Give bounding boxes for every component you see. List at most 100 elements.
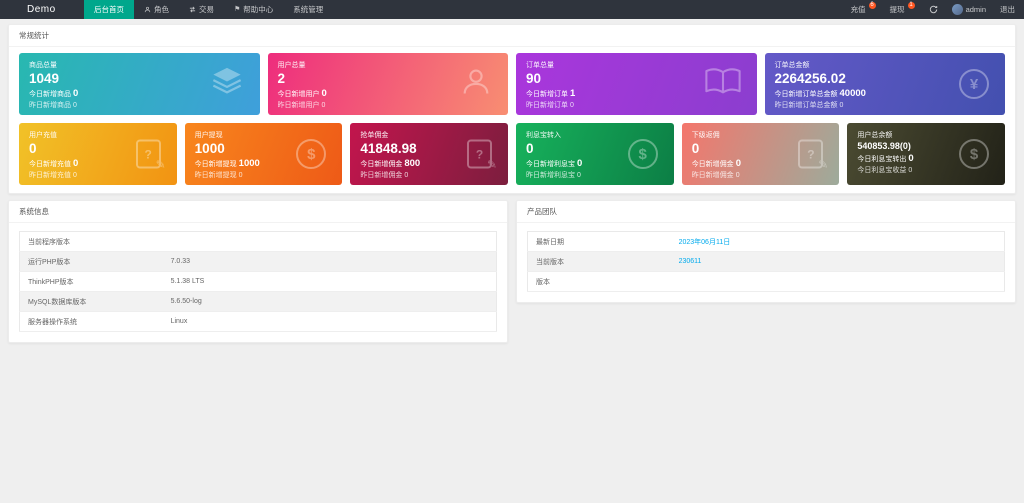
yesterday-label: 今日利息宝收益 [857, 166, 907, 174]
current-version-link[interactable]: 230611 [679, 258, 702, 265]
today-value: 1000 [238, 158, 260, 170]
today-value: 0 [73, 158, 79, 170]
today-label: 今日新增商品 [29, 91, 71, 99]
dollar-icon: $ [296, 139, 327, 169]
today-value: 40000 [839, 88, 866, 100]
row-value [670, 271, 1005, 292]
row-value: 5.1.38 LTS [162, 271, 497, 292]
system-info-title: 系统信息 [9, 201, 507, 223]
nav-item-label: 后台首页 [94, 5, 124, 14]
yesterday-value: 0 [321, 102, 326, 109]
recharge-badge: 6 [868, 2, 876, 9]
nav-item-help[interactable]: ⚑ 帮助中心 [224, 0, 283, 19]
yesterday-label: 昨日新增佣金 [360, 172, 403, 179]
trade-icon [189, 6, 196, 13]
today-label: 今日新增用户 [277, 91, 320, 99]
today-value: 800 [404, 158, 421, 170]
dollar-icon: $ [959, 139, 990, 169]
form-icon: ? ✎ [135, 139, 166, 172]
book-icon [704, 67, 741, 102]
refresh-icon [929, 5, 938, 14]
row-value: Linux [162, 311, 497, 332]
yesterday-value: 0 [735, 172, 740, 179]
stat-card-sub-rebate: 下级返佣 0 今日新增佣金 0 昨日新增佣金 0 ? ✎ [681, 123, 840, 185]
stat-card-goods-total: 商品总量 1049 今日新增商品 0 昨日新增商品 0 [19, 53, 260, 115]
today-value: 1 [570, 88, 576, 100]
nav-item-dashboard[interactable]: 后台首页 [84, 0, 134, 19]
product-team-title: 产品团队 [517, 201, 1015, 223]
table-row: 服务器操作系统 Linux [19, 311, 497, 332]
today-label: 今日新增订单 [526, 91, 568, 99]
recharge-label: 充值 [850, 5, 866, 14]
yesterday-label: 昨日新增充值 [29, 172, 71, 179]
nav-item-system[interactable]: 系统管理 [283, 0, 333, 19]
nav-item-label: 帮助中心 [243, 5, 274, 14]
yesterday-value: 0 [839, 102, 844, 109]
table-row: ThinkPHP版本 5.1.38 LTS [19, 271, 497, 292]
nav-item-recharge[interactable]: 充值 6 [844, 0, 883, 19]
avatar [951, 4, 963, 15]
table-row: MySQL数据库版本 5.6.50-log [19, 291, 497, 312]
stat-card-user-balance: 用户总余额 540853.98(0) 今日利息宝转出 0 今日利息宝收益 0 $ [847, 123, 1006, 185]
today-label: 今日新增提现 [194, 161, 237, 169]
table-row: 当前程序版本 [19, 231, 497, 252]
today-value: 0 [73, 88, 79, 100]
stat-card-title: 抢单佣金 [360, 132, 389, 139]
stat-card-user-recharge: 用户充值 0 今日新增充值 0 昨日新增充值 0 ? ✎ [19, 123, 177, 185]
table-row: 当前版本 230611 [527, 251, 1005, 272]
yesterday-value: 0 [73, 172, 77, 179]
today-value: 0 [577, 158, 583, 170]
latest-date-link[interactable]: 2023年06月11日 [679, 239, 731, 246]
nav-item-label: 系统管理 [293, 5, 324, 14]
stat-card-user-withdraw: 用户提现 1000 今日新增提现 1000 昨日新增提现 0 $ [184, 123, 343, 185]
logout-label: 退出 [1000, 5, 1015, 14]
user-menu[interactable]: admin [945, 0, 993, 19]
username: admin [965, 5, 986, 14]
today-label: 今日新增充值 [29, 161, 71, 169]
form-icon: ? ✎ [467, 139, 497, 172]
user-icon [144, 6, 151, 13]
product-team-panel: 产品团队 最新日期 2023年06月11日 当前版本 230611 版本 [516, 200, 1016, 303]
table-row: 版本 [527, 271, 1005, 292]
withdraw-badge: 1 [907, 2, 915, 9]
row-label: 最新日期 [527, 231, 671, 252]
stat-card-order-amount: 订单总金额 2264256.02 今日新增订单总金额 40000 昨日新增订单总金… [764, 53, 1005, 115]
system-info-panel: 系统信息 当前程序版本 运行PHP版本 7.0.33 ThinkPHP版本 5.… [8, 200, 508, 343]
system-info-table: 当前程序版本 运行PHP版本 7.0.33 ThinkPHP版本 5.1.38 … [19, 231, 497, 332]
row-label: 运行PHP版本 [19, 251, 163, 272]
today-label: 今日新增佣金 [360, 161, 403, 169]
stats-panel-title: 常规统计 [9, 25, 1015, 47]
row-value: 5.6.50-log [162, 291, 497, 312]
stat-card-order-commission: 抢单佣金 41848.98 今日新增佣金 800 昨日新增佣金 0 ? ✎ [350, 123, 509, 185]
yesterday-label: 昨日新增用户 [277, 102, 320, 109]
yesterday-label: 昨日新增商品 [29, 102, 71, 109]
today-value: 0 [908, 152, 914, 164]
logout-button[interactable]: 退出 [993, 0, 1022, 19]
nav-item-trade[interactable]: 交易 [179, 0, 224, 19]
yesterday-value: 0 [570, 102, 574, 109]
bottom-row: 系统信息 当前程序版本 运行PHP版本 7.0.33 ThinkPHP版本 5.… [8, 200, 1016, 343]
dollar-icon: $ [627, 139, 658, 169]
withdraw-label: 提现 [889, 5, 905, 14]
user-icon [460, 66, 492, 103]
row-label: 版本 [527, 271, 671, 292]
form-icon: ? ✎ [798, 139, 828, 172]
yesterday-value: 0 [238, 172, 243, 179]
main-nav: 后台首页 角色 交易 ⚑ 帮助中心 系统管理 [84, 0, 333, 19]
stat-card-order-total: 订单总量 90 今日新增订单 1 昨日新增订单 0 [516, 53, 757, 115]
nav-item-roles[interactable]: 角色 [134, 0, 179, 19]
row-value [162, 231, 497, 252]
nav-item-withdraw[interactable]: 提现 1 [883, 0, 922, 19]
stat-card-interest-in: 利息宝转入 0 今日新增利息宝 0 昨日新增利息宝 0 $ [516, 123, 674, 185]
yen-icon: ¥ [959, 69, 989, 99]
nav-item-label: 角色 [154, 5, 169, 14]
table-row: 最新日期 2023年06月11日 [527, 231, 1005, 252]
yesterday-label: 昨日新增利息宝 [526, 172, 576, 179]
refresh-button[interactable] [922, 0, 945, 19]
stat-card-user-total: 用户总量 2 今日新增用户 0 昨日新增用户 0 [267, 53, 508, 115]
yesterday-value: 0 [577, 172, 581, 179]
yesterday-value: 0 [404, 172, 409, 179]
nav-item-label: 交易 [199, 5, 214, 14]
yesterday-label: 昨日新增订单 [526, 102, 568, 109]
brand-logo[interactable]: Demo [0, 0, 84, 19]
